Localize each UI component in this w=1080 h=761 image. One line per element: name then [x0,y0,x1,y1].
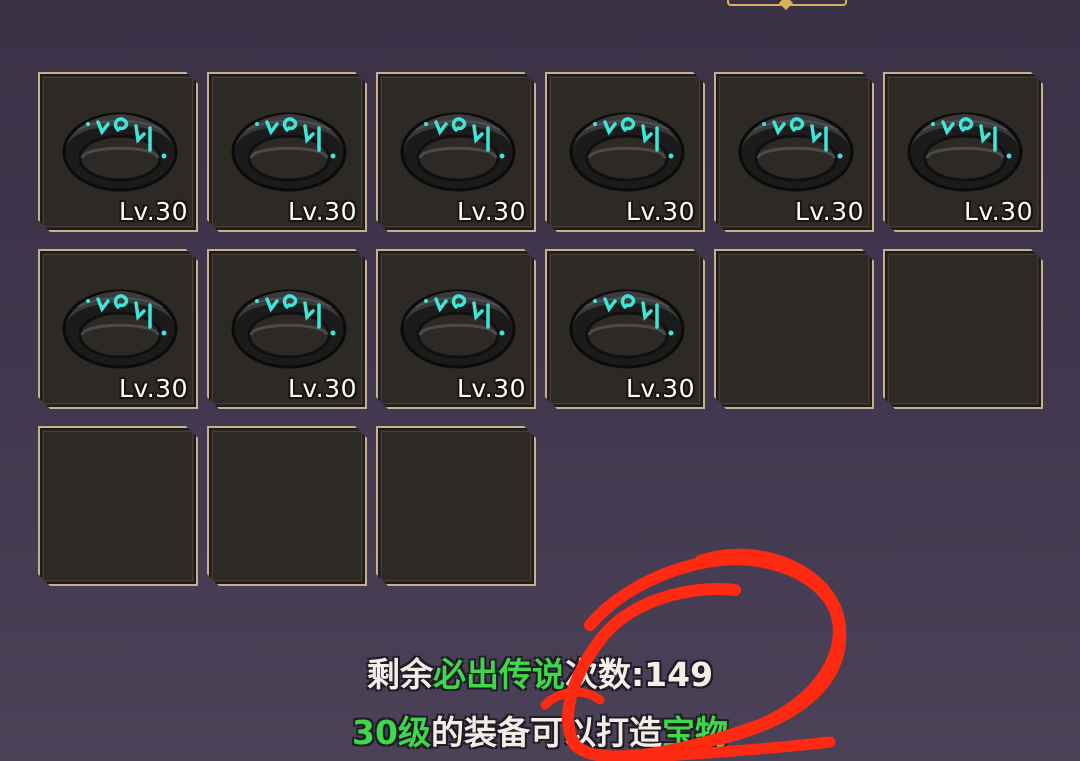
forge-hint-middle: 的装备可以打造 [430,713,662,752]
top-ornament [727,0,847,6]
inventory-slot-filled[interactable]: Lv.30 [38,72,198,232]
slot-corner [184,68,198,82]
slot-corner [353,422,367,436]
slot-corner [522,68,536,82]
legendary-counter-text: 剩余必出传说次数:149 [0,648,1080,696]
slot-corner [1029,68,1043,82]
inventory-slot-empty[interactable] [38,426,198,586]
ring-icon [58,100,182,198]
slot-corner [714,222,728,236]
ring-icon [734,100,858,198]
ring-icon [227,100,351,198]
slot-corner [207,222,221,236]
slot-corner [545,399,559,413]
ring-icon [396,100,520,198]
counter-suffix: 次数:149 [564,655,714,694]
item-level-label: Lv.30 [287,374,357,403]
item-level-label: Lv.30 [625,197,695,226]
inventory-slot-empty[interactable] [376,426,536,586]
slot-corner [376,576,390,590]
item-level-label: Lv.30 [625,374,695,403]
slot-corner [714,399,728,413]
ring-icon [58,277,182,375]
inventory-slot-filled[interactable]: Lv.30 [38,249,198,409]
ring-icon [565,277,689,375]
item-level-label: Lv.30 [794,197,864,226]
inventory-slot-filled[interactable]: Lv.30 [883,72,1043,232]
inventory-slot-filled[interactable]: Lv.30 [545,72,705,232]
ring-icon [565,100,689,198]
slot-corner [860,245,874,259]
item-level-label: Lv.30 [456,374,526,403]
inventory-slot-filled[interactable]: Lv.30 [376,249,536,409]
inventory-slot-empty[interactable] [207,426,367,586]
ring-icon [227,277,351,375]
inventory-slot-filled[interactable]: Lv.30 [376,72,536,232]
slot-corner [184,422,198,436]
counter-prefix: 剩余 [366,655,433,694]
item-level-label: Lv.30 [963,197,1033,226]
item-level-label: Lv.30 [118,374,188,403]
forge-level-highlight: 30级 [352,713,431,752]
item-level-label: Lv.30 [456,197,526,226]
inventory-slot-filled[interactable]: Lv.30 [207,249,367,409]
slot-corner [691,245,705,259]
inventory-slot-empty[interactable] [714,249,874,409]
inventory-grid: Lv.30 Lv.30 Lv.30 Lv.30 Lv.30 Lv.30 Lv.3… [38,72,1043,586]
slot-corner [691,68,705,82]
counter-highlight: 必出传说 [432,655,565,694]
inventory-slot-filled[interactable]: Lv.30 [207,72,367,232]
slot-corner [376,222,390,236]
ring-icon [396,277,520,375]
slot-corner [522,422,536,436]
item-level-label: Lv.30 [118,197,188,226]
slot-corner [1029,245,1043,259]
slot-corner [522,245,536,259]
slot-corner [38,222,52,236]
item-level-label: Lv.30 [287,197,357,226]
slot-corner [883,399,897,413]
slot-corner [353,68,367,82]
inventory-slot-empty[interactable] [883,249,1043,409]
inventory-slot-filled[interactable]: Lv.30 [545,249,705,409]
slot-corner [38,576,52,590]
inventory-slot-filled[interactable]: Lv.30 [714,72,874,232]
slot-corner [860,68,874,82]
ring-icon [903,100,1027,198]
forge-treasure-highlight: 宝物 [661,713,728,752]
slot-corner [207,399,221,413]
slot-corner [207,576,221,590]
slot-corner [376,399,390,413]
slot-corner [353,245,367,259]
slot-corner [883,222,897,236]
slot-corner [184,245,198,259]
forge-hint-text: 30级的装备可以打造宝物 [0,706,1080,754]
slot-corner [545,222,559,236]
slot-corner [38,399,52,413]
